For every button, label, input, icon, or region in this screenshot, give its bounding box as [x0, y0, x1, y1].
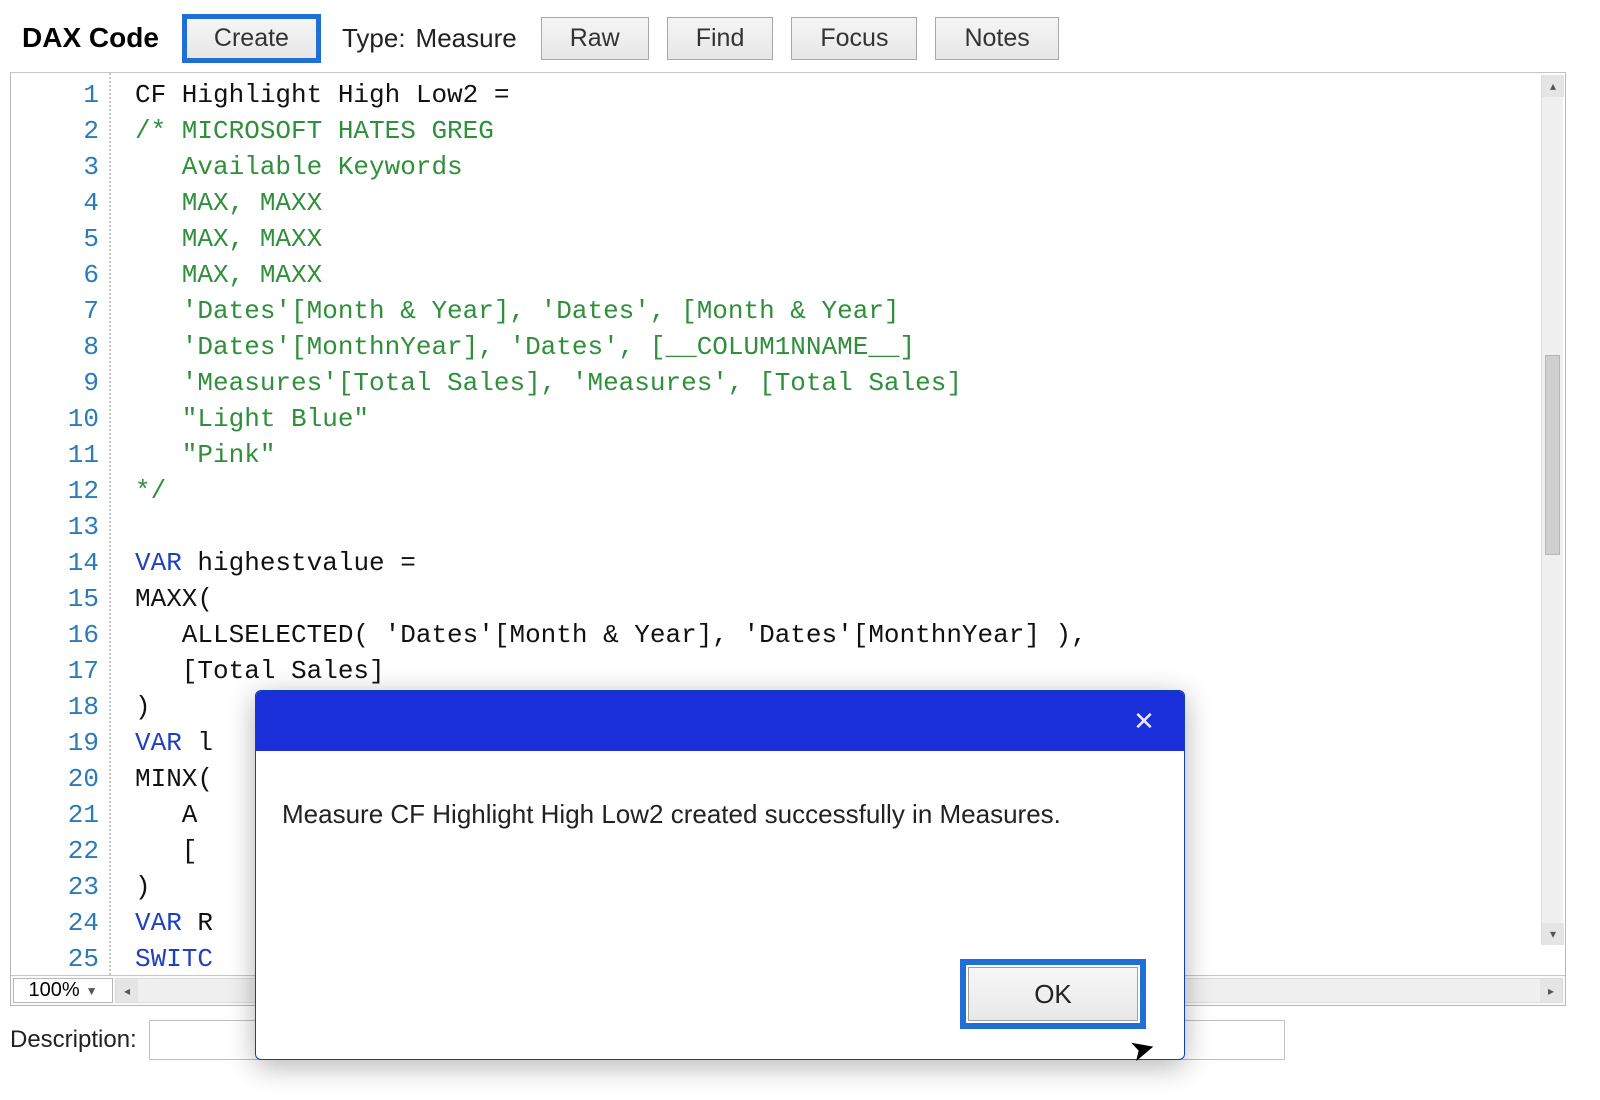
scroll-down-icon[interactable]: ▾	[1542, 923, 1564, 945]
create-button[interactable]: Create	[185, 17, 318, 60]
line-number: 13	[11, 509, 99, 545]
line-number: 9	[11, 365, 99, 401]
line-number: 14	[11, 545, 99, 581]
line-number: 16	[11, 617, 99, 653]
line-number: 11	[11, 437, 99, 473]
zoom-select[interactable]: 100% ▼	[13, 978, 113, 1003]
line-number: 8	[11, 329, 99, 365]
line-number: 18	[11, 689, 99, 725]
app-title: DAX Code	[22, 22, 159, 54]
scroll-right-icon[interactable]: ▸	[1540, 979, 1562, 1002]
line-number: 25	[11, 941, 99, 975]
line-number: 24	[11, 905, 99, 941]
line-number: 2	[11, 113, 99, 149]
line-number: 20	[11, 761, 99, 797]
code-line[interactable]	[135, 509, 1565, 545]
line-number: 6	[11, 257, 99, 293]
line-number: 7	[11, 293, 99, 329]
code-line[interactable]: "Pink"	[135, 437, 1565, 473]
line-gutter: 1234567891011121314151617181920212223242…	[11, 73, 111, 975]
close-icon[interactable]: ✕	[1124, 706, 1164, 737]
line-number: 5	[11, 221, 99, 257]
code-line[interactable]: [Total Sales]	[135, 653, 1565, 689]
line-number: 21	[11, 797, 99, 833]
notes-button[interactable]: Notes	[935, 17, 1058, 60]
line-number: 12	[11, 473, 99, 509]
type-label: Type:	[342, 23, 406, 54]
line-number: 15	[11, 581, 99, 617]
line-number: 23	[11, 869, 99, 905]
code-line[interactable]: 'Dates'[MonthnYear], 'Dates', [__COLUM1N…	[135, 329, 1565, 365]
code-line[interactable]: MAX, MAXX	[135, 221, 1565, 257]
find-button[interactable]: Find	[667, 17, 774, 60]
ok-button[interactable]: OK	[968, 967, 1138, 1021]
line-number: 22	[11, 833, 99, 869]
focus-button[interactable]: Focus	[791, 17, 917, 60]
scroll-thumb[interactable]	[1545, 355, 1560, 555]
scroll-up-icon[interactable]: ▴	[1542, 75, 1564, 97]
code-line[interactable]: VAR highestvalue =	[135, 545, 1565, 581]
type-group: Type: Measure	[342, 23, 517, 54]
line-number: 4	[11, 185, 99, 221]
code-line[interactable]: MAX, MAXX	[135, 257, 1565, 293]
code-line[interactable]: /* MICROSOFT HATES GREG	[135, 113, 1565, 149]
code-line[interactable]: MAX, MAXX	[135, 185, 1565, 221]
vertical-scrollbar[interactable]: ▴ ▾	[1541, 75, 1563, 945]
code-line[interactable]: Available Keywords	[135, 149, 1565, 185]
code-line[interactable]: */	[135, 473, 1565, 509]
code-line[interactable]: ALLSELECTED( 'Dates'[Month & Year], 'Dat…	[135, 617, 1565, 653]
line-number: 3	[11, 149, 99, 185]
ok-button-highlight: OK	[960, 959, 1146, 1029]
success-dialog: ✕ Measure CF Highlight High Low2 created…	[255, 690, 1185, 1060]
toolbar: DAX Code Create Type: Measure Raw Find F…	[10, 8, 1590, 68]
raw-button[interactable]: Raw	[541, 17, 649, 60]
type-value: Measure	[416, 23, 517, 54]
line-number: 1	[11, 77, 99, 113]
code-line[interactable]: 'Measures'[Total Sales], 'Measures', [To…	[135, 365, 1565, 401]
code-line[interactable]: CF Highlight High Low2 =	[135, 77, 1565, 113]
code-line[interactable]: "Light Blue"	[135, 401, 1565, 437]
dialog-titlebar: ✕	[256, 691, 1184, 751]
zoom-value: 100%	[28, 979, 79, 1002]
dialog-message: Measure CF Highlight High Low2 created s…	[256, 751, 1184, 830]
line-number: 10	[11, 401, 99, 437]
scroll-left-icon[interactable]: ◂	[116, 979, 138, 1002]
code-line[interactable]: MAXX(	[135, 581, 1565, 617]
line-number: 17	[11, 653, 99, 689]
code-line[interactable]: 'Dates'[Month & Year], 'Dates', [Month &…	[135, 293, 1565, 329]
description-label: Description:	[10, 1026, 137, 1054]
chevron-down-icon: ▼	[86, 984, 98, 998]
line-number: 19	[11, 725, 99, 761]
